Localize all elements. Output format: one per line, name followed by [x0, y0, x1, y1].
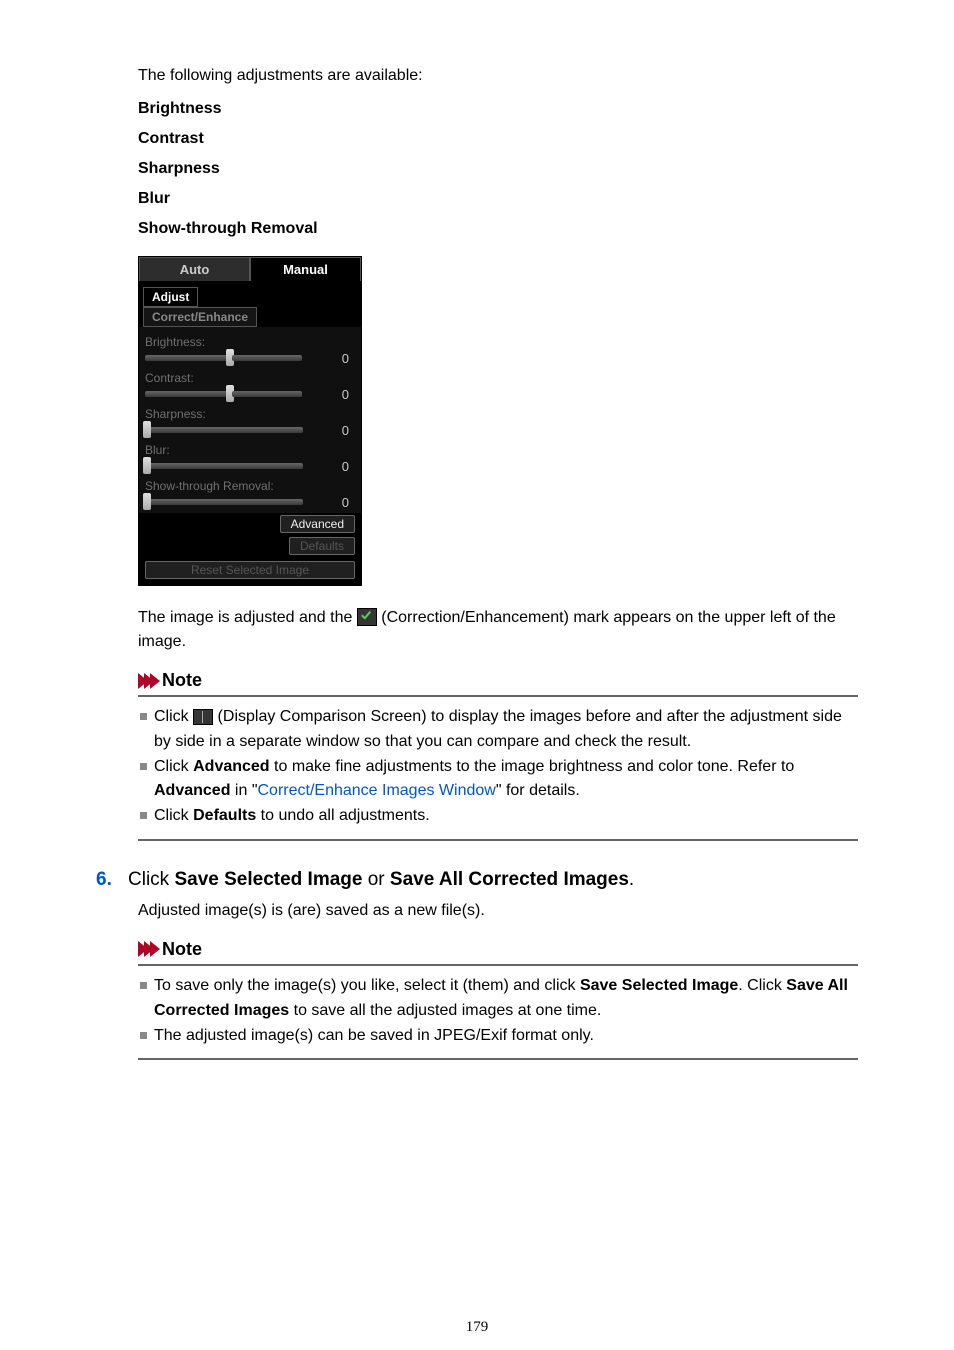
tab-auto[interactable]: Auto: [139, 257, 250, 281]
showthrough-value: 0: [342, 495, 355, 510]
note-icon: [138, 673, 156, 689]
note1-item1: Click (Display Comparison Screen) to dis…: [138, 705, 858, 755]
sharpness-label: Sharpness:: [145, 407, 355, 421]
comparison-screen-icon: [193, 709, 213, 725]
showthrough-label: Show-through Removal:: [145, 479, 355, 493]
def-brightness: Brightness: [138, 100, 858, 118]
blur-slider[interactable]: [145, 463, 303, 469]
showthrough-slider[interactable]: [145, 499, 303, 505]
step-6-sub: Adjusted image(s) is (are) saved as a ne…: [138, 899, 858, 923]
note1-item3: Click Defaults to undo all adjustments.: [138, 804, 858, 829]
section-adjust[interactable]: Adjust: [143, 287, 198, 307]
contrast-label: Contrast:: [145, 371, 355, 385]
note1-item2: Click Advanced to make fine adjustments …: [138, 755, 858, 805]
reset-selected-image-button[interactable]: Reset Selected Image: [145, 561, 355, 579]
section-correct-enhance[interactable]: Correct/Enhance: [143, 307, 257, 327]
sharpness-slider[interactable]: [145, 427, 303, 433]
note-icon: [138, 941, 156, 957]
brightness-label: Brightness:: [145, 335, 355, 349]
step-6-text: Click Save Selected Image or Save All Co…: [128, 869, 634, 891]
def-sharpness: Sharpness: [138, 160, 858, 178]
correction-mark-icon: [357, 608, 377, 626]
def-contrast: Contrast: [138, 130, 858, 148]
note-heading: Note: [162, 670, 202, 691]
brightness-slider[interactable]: [145, 355, 230, 361]
blur-label: Blur:: [145, 443, 355, 457]
adjusted-mark-text: The image is adjusted and the (Correctio…: [138, 606, 858, 654]
brightness-slider-right[interactable]: [232, 355, 302, 361]
tab-manual[interactable]: Manual: [250, 257, 361, 281]
contrast-slider-right[interactable]: [232, 391, 302, 397]
note2-item1: To save only the image(s) you like, sele…: [138, 974, 858, 1024]
blur-value: 0: [342, 459, 355, 474]
def-showthrough: Show-through Removal: [138, 220, 858, 238]
def-blur: Blur: [138, 190, 858, 208]
contrast-slider[interactable]: [145, 391, 230, 397]
contrast-value: 0: [342, 387, 355, 402]
advanced-button[interactable]: Advanced: [280, 515, 355, 533]
adjust-panel-screenshot: Auto Manual Adjust Correct/Enhance Brigh…: [138, 256, 362, 586]
defaults-button[interactable]: Defaults: [289, 537, 355, 555]
sharpness-value: 0: [342, 423, 355, 438]
page-number: 179: [0, 1319, 954, 1336]
correct-enhance-window-link[interactable]: Correct/Enhance Images Window: [258, 782, 496, 799]
note-heading-2: Note: [162, 939, 202, 960]
brightness-value: 0: [342, 351, 355, 366]
step-6-number: 6.: [96, 869, 128, 891]
note2-item2: The adjusted image(s) can be saved in JP…: [138, 1024, 858, 1049]
intro-text: The following adjustments are available:: [138, 64, 858, 88]
